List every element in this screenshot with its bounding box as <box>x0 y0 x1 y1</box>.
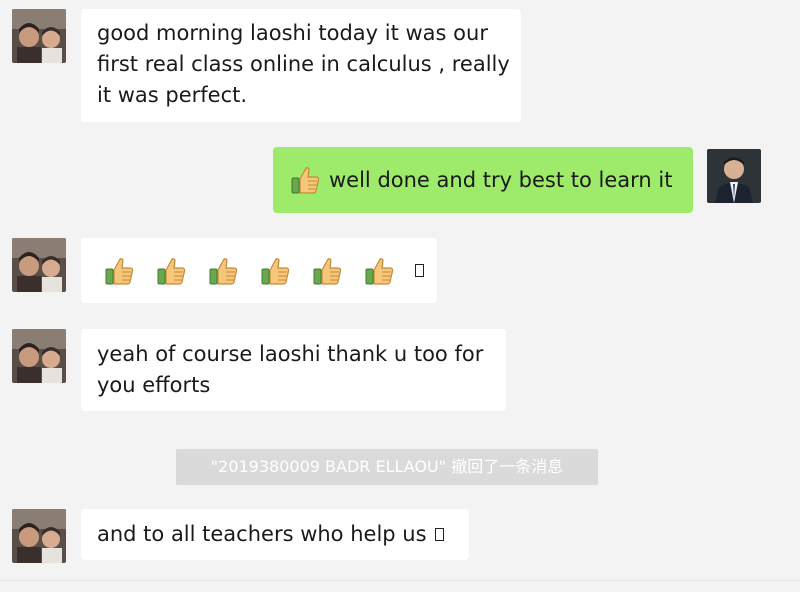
avatar-other[interactable] <box>12 509 66 563</box>
message-text: well done and try best to learn it <box>329 167 673 192</box>
divider <box>0 580 800 581</box>
message-line: good morning laoshi today it was our <box>97 21 488 45</box>
two-people-selfie-avatar-icon <box>12 9 66 63</box>
message-line: yeah of course laoshi thank u too for <box>97 342 484 366</box>
thumbs-up-icon <box>289 164 321 196</box>
avatar-other[interactable] <box>12 238 66 292</box>
thumbs-up-icon <box>363 255 395 287</box>
message-line: it was perfect. <box>97 83 248 107</box>
recall-notice: "2019380009 BADR ELLAOU" 撤回了一条消息 <box>176 449 598 485</box>
avatar-other[interactable] <box>12 9 66 63</box>
two-people-selfie-avatar-icon <box>12 509 66 563</box>
two-people-selfie-avatar-icon <box>12 238 66 292</box>
man-in-suit-avatar-icon <box>707 149 761 203</box>
thumbs-up-icon <box>207 255 239 287</box>
avatar-me[interactable] <box>707 149 761 203</box>
box-glyph-icon <box>415 264 424 277</box>
thumbs-up-icon <box>155 255 187 287</box>
message-bubble-me: well done and try best to learn it <box>273 147 693 213</box>
avatar-other[interactable] <box>12 329 66 383</box>
message-line: you efforts <box>97 373 211 397</box>
message-bubble <box>81 238 437 303</box>
message-line: first real class online in calculus , re… <box>97 52 510 76</box>
message-bubble: yeah of course laoshi thank u too for yo… <box>81 329 506 411</box>
two-people-selfie-avatar-icon <box>12 329 66 383</box>
box-glyph-icon <box>434 528 444 541</box>
thumbs-up-icon <box>103 255 135 287</box>
thumbs-up-icon <box>259 255 291 287</box>
message-text: and to all teachers who help us <box>97 522 427 546</box>
thumbs-up-icon <box>311 255 343 287</box>
message-bubble: and to all teachers who help us <box>81 509 469 560</box>
message-bubble: good morning laoshi today it was our fir… <box>81 9 521 122</box>
